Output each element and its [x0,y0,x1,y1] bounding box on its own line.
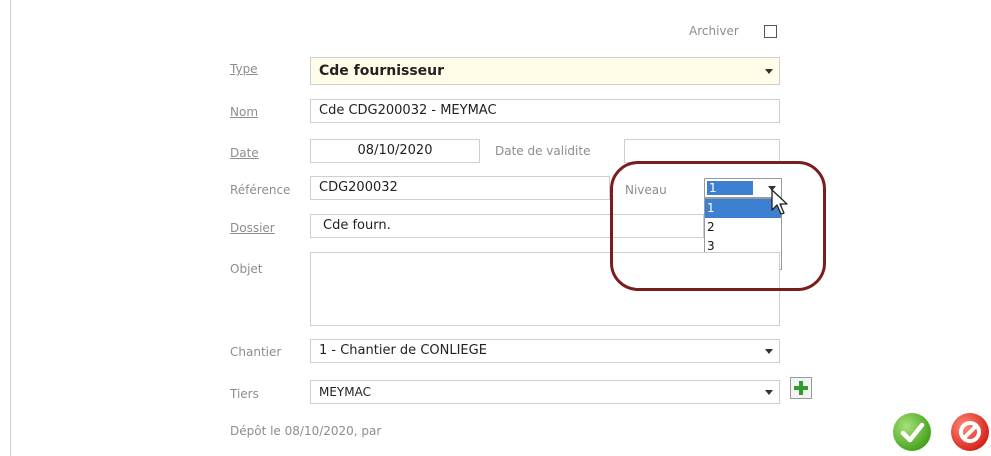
dossier-input-value: Cde fourn. [323,218,391,233]
chantier-select-value: 1 - Chantier de CONLIEGE [319,343,487,358]
tiers-select-value: MEYMAC [319,385,371,399]
type-select-value: Cde fournisseur [319,63,445,79]
nom-input[interactable]: Cde CDG200032 - MEYMAC [310,99,780,123]
date-input[interactable]: 08/10/2020 [310,139,480,163]
annotation-highlight [610,161,826,291]
reference-input[interactable]: CDG200032 [310,176,610,200]
archiver-label: Archiver [689,24,739,38]
reference-input-value: CDG200032 [319,180,398,195]
chevron-down-icon [765,349,773,354]
dossier-label: Dossier [230,221,275,235]
archiver-checkbox[interactable] [764,25,777,38]
chevron-down-icon [765,69,773,74]
cancel-icon [959,421,981,443]
cancel-button[interactable] [951,413,989,451]
date-label: Date [230,146,259,160]
nom-input-value: Cde CDG200032 - MEYMAC [319,103,497,118]
chantier-select[interactable]: 1 - Chantier de CONLIEGE [310,339,780,363]
date-validite-input[interactable] [624,139,780,163]
mouse-cursor-icon [771,189,788,215]
objet-label: Objet [230,262,263,276]
validate-button[interactable] [893,413,931,451]
window-left-border [10,0,11,456]
chevron-down-icon [765,390,773,395]
plus-icon [794,381,808,395]
type-label: Type [230,62,258,76]
date-validite-label: Date de validite [495,144,591,158]
date-input-value: 08/10/2020 [357,143,433,158]
checkmark-icon [900,422,925,443]
reference-label: Référence [230,183,291,197]
chantier-label: Chantier [230,345,282,359]
tiers-label: Tiers [230,387,259,401]
tiers-select[interactable]: MEYMAC [310,380,780,404]
nom-label: Nom [230,105,259,119]
type-select[interactable]: Cde fournisseur [310,57,780,85]
add-tiers-button[interactable] [790,377,812,399]
depot-text: Dépôt le 08/10/2020, par [230,424,382,438]
